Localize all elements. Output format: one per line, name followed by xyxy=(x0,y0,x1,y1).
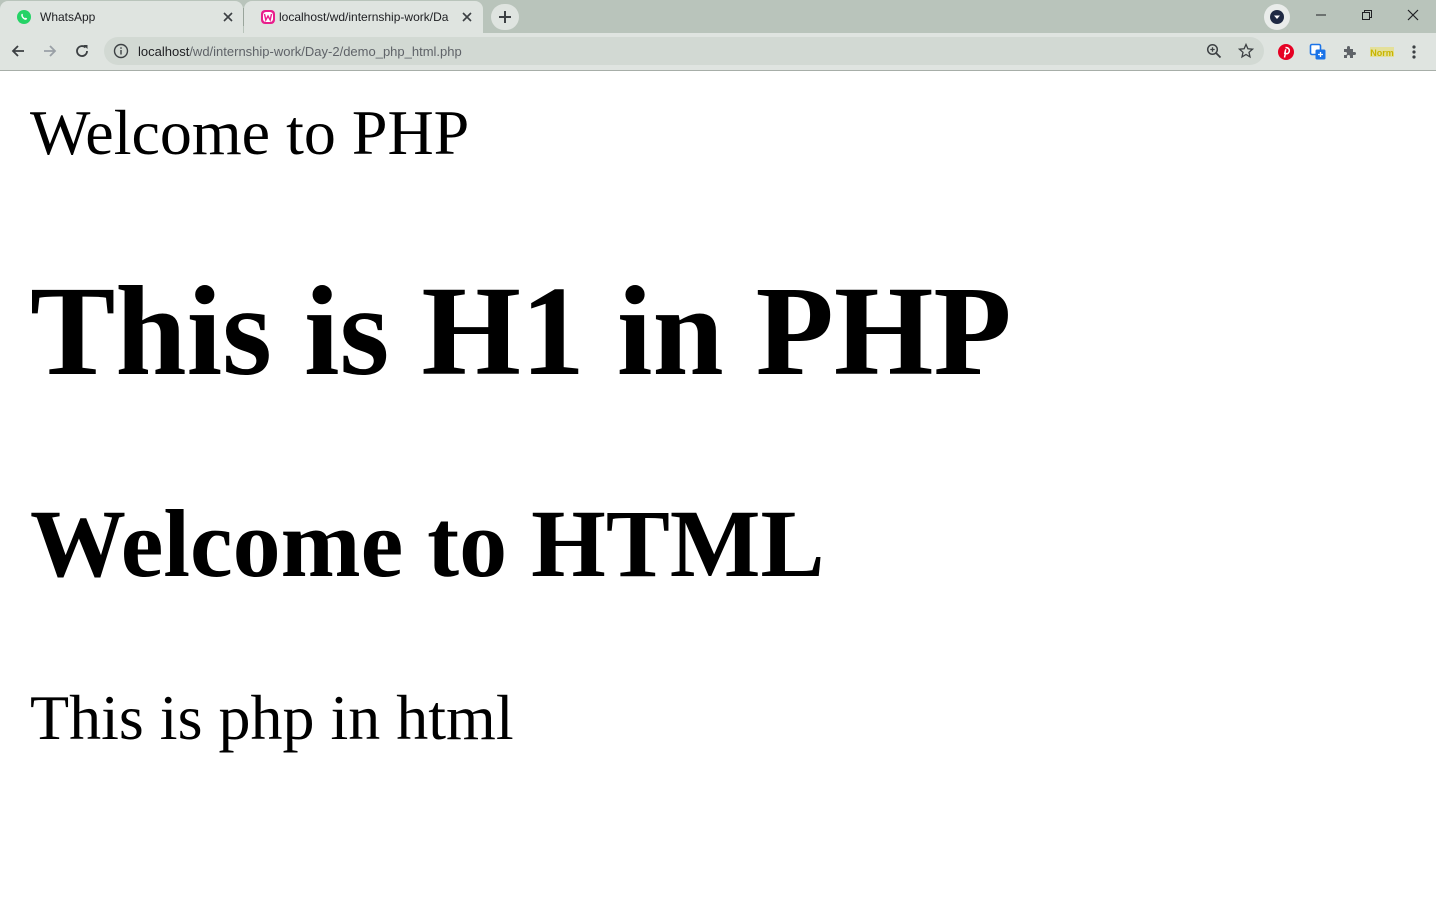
url-path: /wd/internship-work/Day-2/demo_php_html.… xyxy=(189,44,462,59)
norm-extension-button[interactable]: Norm xyxy=(1370,42,1394,62)
php-in-html-text: This is php in html xyxy=(30,682,514,753)
browser-toolbar: localhost/wd/internship-work/Day-2/demo_… xyxy=(0,33,1436,71)
plus-icon xyxy=(499,11,511,23)
more-vertical-icon xyxy=(1412,45,1416,59)
close-window-button[interactable] xyxy=(1390,0,1436,30)
svg-text:Norm: Norm xyxy=(1370,48,1394,58)
tab-strip: WhatsApp localhost/wd/internship-work/Da xyxy=(0,0,1436,33)
page-content: Welcome to PHP This is H1 in PHP Welcome… xyxy=(0,71,1436,898)
heading-welcome-html: Welcome to HTML xyxy=(30,490,825,597)
close-tab-icon[interactable] xyxy=(459,9,475,25)
wamp-icon xyxy=(261,10,275,24)
heading-h1: This is H1 in PHP xyxy=(30,260,1012,402)
norm-extension-icon: Norm xyxy=(1370,47,1394,58)
minimize-icon xyxy=(1316,14,1326,16)
tab-search-icon xyxy=(1270,10,1284,24)
address-bar[interactable]: localhost/wd/internship-work/Day-2/demo_… xyxy=(104,37,1264,65)
close-icon xyxy=(1407,9,1419,21)
pinterest-icon xyxy=(1278,44,1294,60)
pinterest-extension-button[interactable] xyxy=(1276,42,1296,62)
tab-localhost-active[interactable]: localhost/wd/internship-work/Da xyxy=(244,1,483,33)
close-tab-icon[interactable] xyxy=(220,9,236,25)
translate-extension-button[interactable] xyxy=(1308,42,1328,62)
url-host: localhost xyxy=(138,44,190,59)
url-text[interactable]: localhost/wd/internship-work/Day-2/demo_… xyxy=(138,44,462,59)
reload-icon xyxy=(76,45,88,57)
tab-title: localhost/wd/internship-work/Da xyxy=(279,10,449,24)
extensions-button[interactable] xyxy=(1340,42,1360,62)
bookmark-star-icon[interactable] xyxy=(1238,43,1254,59)
restore-button[interactable] xyxy=(1344,0,1390,30)
arrow-left-icon xyxy=(11,45,24,57)
whatsapp-icon xyxy=(17,10,31,24)
site-info-icon[interactable] xyxy=(113,43,129,59)
tab-search-button[interactable] xyxy=(1264,4,1290,30)
forward-button[interactable] xyxy=(37,38,63,64)
arrow-right-icon xyxy=(44,45,57,57)
welcome-php-text: Welcome to PHP xyxy=(30,97,470,168)
browser-window: WhatsApp localhost/wd/internship-work/Da xyxy=(0,0,1436,898)
tab-whatsapp[interactable]: WhatsApp xyxy=(0,1,243,33)
zoom-icon[interactable] xyxy=(1206,43,1222,59)
browser-menu-button[interactable] xyxy=(1404,42,1424,62)
restore-icon xyxy=(1362,10,1372,20)
translate-icon xyxy=(1309,43,1326,60)
reload-button[interactable] xyxy=(69,38,95,64)
back-button[interactable] xyxy=(5,38,31,64)
extensions-puzzle-icon xyxy=(1344,46,1356,58)
minimize-button[interactable] xyxy=(1298,0,1344,30)
tab-title: WhatsApp xyxy=(40,10,96,24)
new-tab-button[interactable] xyxy=(491,4,519,30)
